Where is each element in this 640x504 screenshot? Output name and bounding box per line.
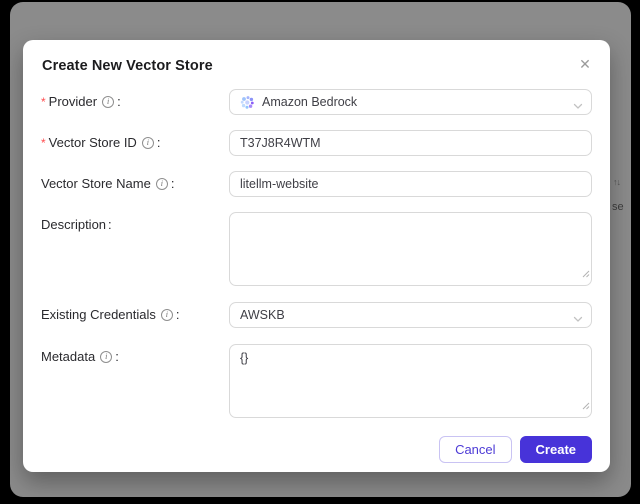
vector-store-id-label: * Vector Store ID i :: [41, 135, 229, 151]
form-row-description: Description :: [41, 212, 592, 286]
dialog-title: Create New Vector Store: [42, 58, 213, 74]
vector-store-id-info-icon[interactable]: i: [141, 137, 154, 149]
label-colon: :: [175, 307, 180, 322]
description-label-text: Description: [41, 217, 107, 232]
amazon-bedrock-icon: [240, 95, 255, 110]
chevron-down-icon: [573, 312, 583, 326]
dialog-footer: Cancel Create: [41, 436, 592, 463]
label-colon: :: [115, 349, 119, 364]
provider-label-text: Provider: [48, 94, 98, 109]
form-row-existing-credentials: Existing Credentials i : AWSKB: [41, 302, 592, 328]
required-mark: *: [41, 95, 46, 109]
metadata-textarea[interactable]: {}: [229, 344, 592, 418]
vector-store-name-label: Vector Store Name i :: [41, 176, 229, 192]
provider-info-icon[interactable]: i: [102, 96, 115, 108]
resize-handle-icon[interactable]: [582, 265, 590, 283]
create-button[interactable]: Create: [519, 436, 592, 463]
vector-store-id-input[interactable]: [229, 130, 592, 156]
metadata-label: Metadata i :: [41, 344, 229, 365]
existing-credentials-label-text: Existing Credentials: [41, 307, 156, 322]
existing-credentials-select[interactable]: AWSKB: [229, 302, 592, 328]
chevron-down-icon: [573, 99, 583, 113]
form-row-vector-store-id: * Vector Store ID i :: [41, 130, 592, 156]
form-row-provider: * Provider i : Amazon Bedrock: [41, 89, 592, 115]
cancel-button[interactable]: Cancel: [439, 436, 512, 463]
metadata-label-text: Metadata: [41, 349, 96, 364]
existing-credentials-selected-value: AWSKB: [240, 308, 285, 322]
resize-handle-icon[interactable]: [582, 397, 590, 415]
description-label: Description :: [41, 212, 229, 233]
required-mark: *: [41, 136, 46, 150]
label-colon: :: [117, 94, 121, 109]
existing-credentials-info-icon[interactable]: i: [160, 309, 173, 321]
vector-store-name-label-text: Vector Store Name: [41, 176, 151, 191]
create-vector-store-dialog: Create New Vector Store ✕ * Provider i :: [23, 40, 610, 472]
provider-label: * Provider i :: [41, 94, 229, 110]
screenshot-stage: ↑↓ se Create New Vector Store ✕ * Provid…: [0, 0, 640, 504]
close-icon[interactable]: ✕: [575, 54, 595, 74]
label-colon: :: [170, 176, 175, 191]
vector-store-id-label-text: Vector Store ID: [48, 135, 137, 150]
form-row-vector-store-name: Vector Store Name i :: [41, 171, 592, 197]
form-row-metadata: Metadata i : {}: [41, 344, 592, 418]
description-textarea[interactable]: [229, 212, 592, 286]
label-colon: :: [108, 217, 112, 232]
existing-credentials-label: Existing Credentials i :: [41, 307, 229, 323]
provider-select[interactable]: Amazon Bedrock: [229, 89, 592, 115]
vector-store-name-info-icon[interactable]: i: [155, 178, 168, 190]
metadata-info-icon[interactable]: i: [100, 351, 113, 363]
background-partial-text: se: [612, 201, 624, 213]
background-sort-icon: ↑↓: [613, 177, 621, 187]
vector-store-name-input[interactable]: [229, 171, 592, 197]
provider-selected-value: Amazon Bedrock: [262, 95, 358, 109]
label-colon: :: [156, 135, 161, 150]
